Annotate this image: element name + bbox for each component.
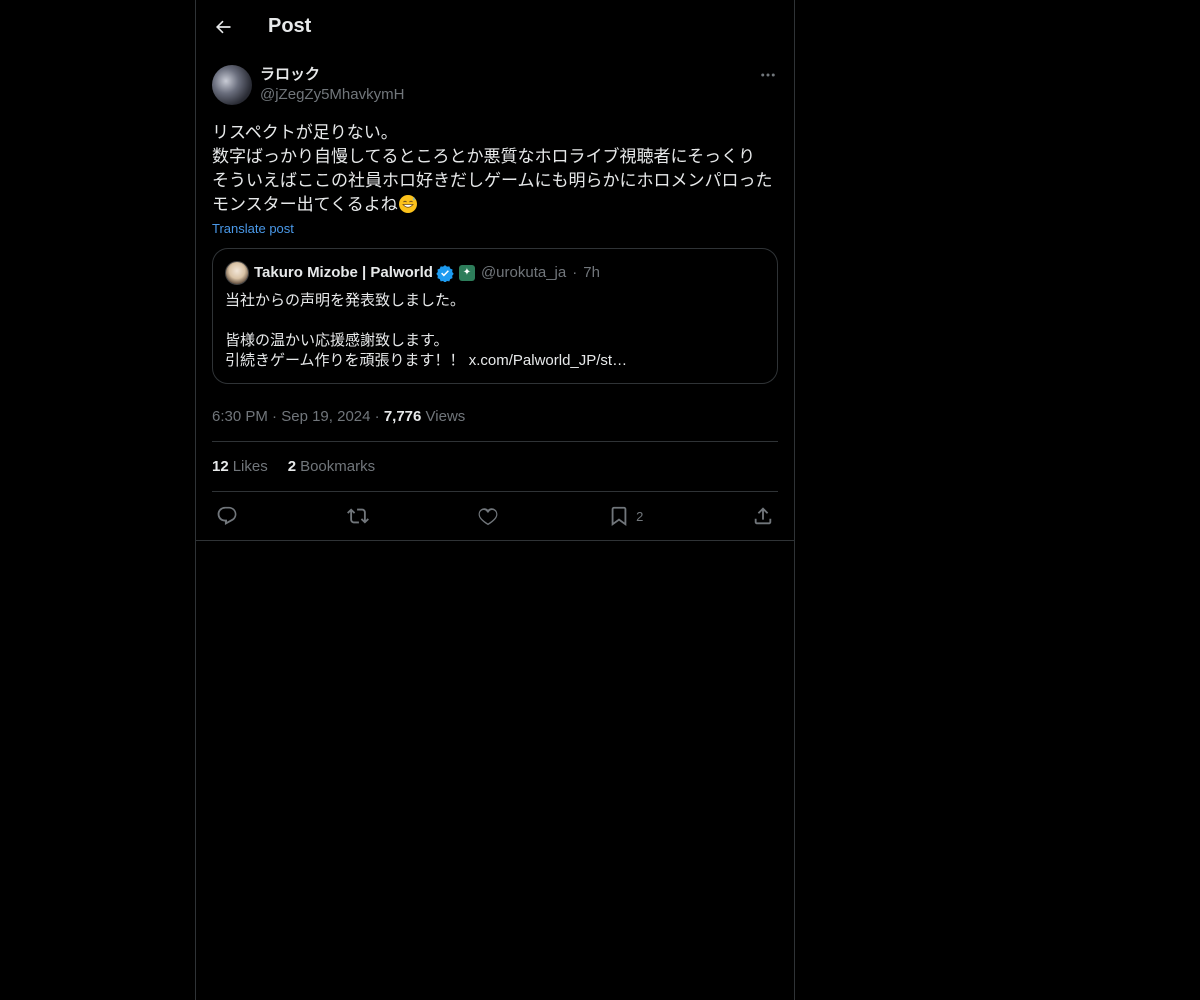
back-button[interactable] (212, 16, 234, 38)
post: ラロック @jZegZy5MhavkymH リスペクトが足りない。 数字ばっかり… (196, 53, 794, 541)
translate-post-link[interactable]: Translate post (212, 221, 294, 236)
share-icon (754, 507, 772, 525)
quoted-author-name: Takuro Mizobe | Palworld (254, 264, 433, 281)
likes-label: Likes (232, 458, 268, 475)
bookmarks-label: Bookmarks (300, 458, 376, 475)
share-button[interactable] (752, 505, 774, 527)
bookmark-icon (611, 506, 627, 527)
author-name[interactable]: ラロック (260, 65, 404, 85)
grin-sweat-emoji (398, 195, 417, 213)
page-title: Post (268, 15, 312, 37)
main-column: Post ラロック @jZegZy5MhavkymH リスペクトが足りない。 数… (195, 0, 795, 1000)
quoted-author-handle: @urokuta_ja (480, 264, 567, 281)
more-icon (761, 73, 775, 77)
post-date[interactable]: Sep 19, 2024 (281, 408, 370, 425)
arrow-left-icon (216, 20, 231, 33)
like-icon (478, 508, 498, 526)
bookmark-button[interactable]: 2 (608, 505, 643, 527)
separator-dot: · (374, 408, 384, 425)
quoted-post[interactable]: Takuro Mizobe | Palworld ✦ @urokuta_ja ·… (212, 248, 778, 384)
author-avatar[interactable] (212, 65, 252, 105)
separator-dot: · (572, 264, 578, 281)
repost-icon (346, 508, 369, 524)
quoted-post-text: 当社からの声明を発表致しました。 皆様の温かい応援感謝致します。 引続きゲーム作… (225, 292, 628, 369)
views-label: Views (425, 408, 466, 425)
post-stats: 12 Likes 2 Bookmarks (212, 442, 778, 492)
author-handle[interactable]: @jZegZy5MhavkymH (260, 85, 404, 105)
quoted-author-avatar (225, 261, 249, 285)
post-text-body: リスペクトが足りない。 数字ばっかり自慢してるところとか悪質なホロライブ視聴者に… (212, 123, 773, 214)
repost-button[interactable] (346, 505, 369, 527)
post-text: リスペクトが足りない。 数字ばっかり自慢してるところとか悪質なホロライブ視聴者に… (212, 121, 778, 217)
affiliate-badge-icon: ✦ (458, 265, 475, 281)
top-bar: Post (196, 0, 794, 53)
bookmark-count: 2 (636, 508, 644, 524)
author-names: ラロック @jZegZy5MhavkymH (260, 65, 404, 105)
bookmarks-count: 2 (287, 458, 297, 475)
author-row: ラロック @jZegZy5MhavkymH (212, 53, 778, 105)
likes-count: 12 (212, 458, 229, 475)
separator-dot: · (272, 408, 282, 425)
verified-icon (436, 265, 454, 282)
more-button[interactable] (758, 65, 778, 85)
like-button[interactable] (477, 505, 499, 527)
post-meta: 6:30 PM · Sep 19, 2024 · 7,776 Views (212, 392, 778, 442)
reply-icon (217, 506, 237, 526)
action-bar: 2 (212, 492, 778, 540)
post-time[interactable]: 6:30 PM (212, 408, 268, 425)
views-count: 7,776 (383, 408, 422, 425)
reply-button[interactable] (216, 505, 238, 527)
quoted-post-time: 7h (583, 264, 600, 281)
likes-stat[interactable]: 12 Likes (212, 458, 268, 475)
bookmarks-stat[interactable]: 2 Bookmarks (288, 458, 375, 475)
quoted-post-header: Takuro Mizobe | Palworld ✦ @urokuta_ja ·… (225, 261, 765, 285)
